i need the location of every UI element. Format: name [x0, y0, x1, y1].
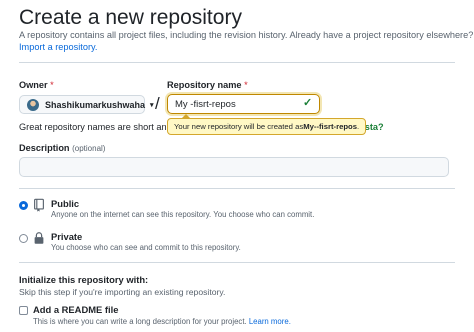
- avatar: [27, 98, 39, 111]
- import-repository-link[interactable]: Import a repository.: [19, 42, 97, 52]
- check-icon: ✓: [303, 97, 313, 109]
- repo-name-label: Repository name *: [167, 80, 248, 90]
- header-divider: [19, 62, 455, 63]
- readme-label: Add a README file: [33, 304, 119, 315]
- readme-checkbox[interactable]: [19, 306, 28, 315]
- owner-select-button[interactable]: Shashikumarkushwaha ▾: [19, 95, 154, 114]
- private-option-title: Private: [51, 231, 83, 242]
- section-divider: [19, 188, 455, 189]
- page-intro: A repository contains all project files,…: [19, 30, 474, 40]
- learn-more-link[interactable]: Learn more.: [249, 317, 291, 326]
- lock-icon: [34, 232, 44, 244]
- section-divider: [19, 262, 455, 263]
- repo-name-hint: Great repository names are short and m: [19, 122, 182, 132]
- description-label: Description (optional): [19, 143, 106, 153]
- public-option-title: Public: [51, 198, 80, 209]
- owner-repo-separator: /: [155, 94, 160, 113]
- initialize-title: Initialize this repository with:: [19, 274, 149, 285]
- readme-desc: This is where you can write a long descr…: [33, 317, 291, 326]
- repo-name-input[interactable]: [167, 94, 320, 114]
- chevron-down-icon: ▾: [150, 101, 154, 109]
- owner-label: Owner *: [19, 80, 54, 90]
- private-radio[interactable]: [19, 234, 28, 243]
- public-option-desc: Anyone on the internet can see this repo…: [51, 210, 315, 219]
- initialize-desc: Skip this step if you're importing an ex…: [19, 287, 226, 297]
- repo-name-tooltip: Your new repository will be created as M…: [167, 114, 367, 135]
- description-input[interactable]: [19, 157, 449, 177]
- private-option-desc: You choose who can see and commit to thi…: [51, 243, 241, 252]
- page-title: Create a new repository: [19, 6, 242, 29]
- public-radio[interactable]: [19, 201, 28, 210]
- owner-name: Shashikumarkushwaha: [45, 99, 146, 110]
- repo-icon: [34, 198, 44, 212]
